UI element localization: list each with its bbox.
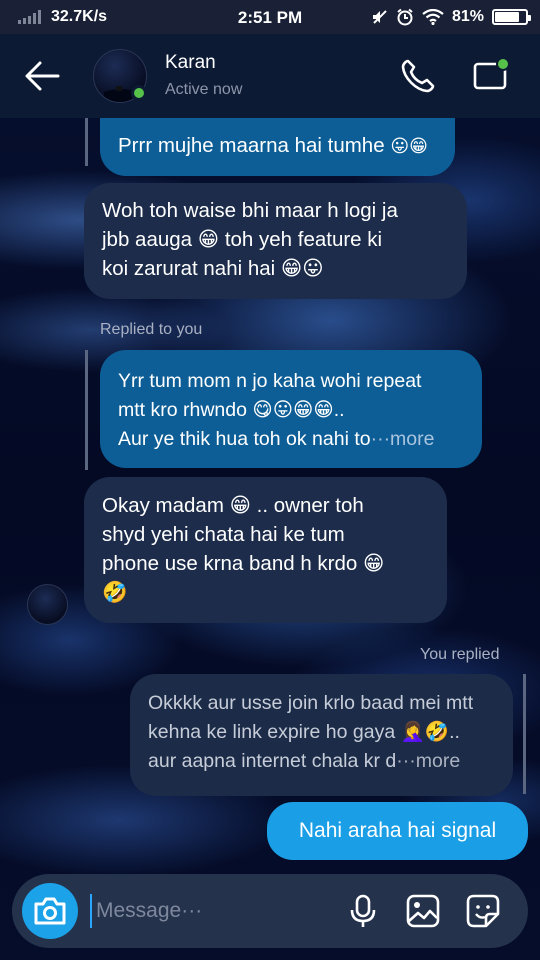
quote-bar: [85, 350, 88, 470]
message-text: Prrr mujhe maarna hai tumhe: [118, 134, 385, 157]
received-message[interactable]: Woh toh waise bhi maar h logi ja jbb aau…: [84, 183, 467, 299]
sent-message[interactable]: Nahi araha hai signal: [267, 802, 528, 860]
quote-bar: [523, 674, 526, 794]
status-bar: 32.7K/s 2:51 PM 81%: [0, 0, 540, 34]
contact-avatar[interactable]: [93, 49, 147, 103]
sender-avatar[interactable]: [27, 584, 68, 625]
message-input[interactable]: [90, 894, 320, 928]
message-text: Nahi araha hai signal: [298, 819, 497, 842]
message-line: kehna ke link expire ho gaya 🤦‍♀️🤣..: [148, 721, 460, 743]
camera-icon: [34, 897, 66, 925]
phone-icon[interactable]: [398, 56, 438, 96]
video-call-icon[interactable]: [472, 56, 512, 96]
received-message[interactable]: Okay madam 😁 .. owner toh shyd yehi chat…: [84, 477, 447, 623]
alarm-icon: [397, 8, 413, 26]
message-line: jbb aauga 😁 toh yeh feature ki: [102, 228, 383, 251]
message-line: Yrr tum mom n jo kaha wohi repeat: [118, 370, 422, 392]
contact-name[interactable]: Karan: [165, 52, 216, 74]
message-line: aur aapna internet chala kr d: [148, 750, 397, 772]
online-indicator: [131, 85, 147, 101]
contact-status: Active now: [165, 81, 243, 98]
battery-fill: [495, 12, 520, 22]
battery-percent: 81%: [451, 8, 484, 25]
reply-label: Replied to you: [100, 321, 203, 338]
message-line: Okay madam 😁 .. owner toh: [102, 494, 364, 517]
message-composer: [12, 874, 528, 948]
gallery-icon[interactable]: [404, 892, 442, 930]
quoted-message[interactable]: Okkkk aur usse join krlo baad mei mtt ke…: [130, 674, 513, 796]
message-emoji: 😛😁: [390, 136, 428, 157]
message-line: Aur ye thik hua toh ok nahi to: [118, 428, 371, 450]
message-line: shyd yehi chata hai ke tum: [102, 523, 345, 546]
quote-bar: [85, 118, 88, 166]
message-line: 🤣: [102, 581, 128, 604]
mute-icon: [372, 10, 387, 24]
battery-icon: [492, 9, 531, 25]
quoted-message[interactable]: Prrr mujhe maarna hai tumhe 😛😁: [100, 118, 455, 176]
message-line: mtt kro rhwndo 😋😛😁😁..: [118, 399, 345, 421]
camera-button[interactable]: [22, 883, 78, 939]
message-line: Okkkk aur usse join krlo baad mei mtt: [148, 692, 474, 714]
microphone-icon[interactable]: [344, 892, 382, 930]
message-line: Woh toh waise bhi maar h logi ja: [102, 199, 398, 222]
see-more-link[interactable]: ···more: [396, 750, 460, 772]
reply-label: You replied: [420, 646, 500, 663]
message-line: phone use krna band h krdo 😁: [102, 552, 385, 575]
see-more-link[interactable]: ···more: [371, 428, 435, 450]
message-line: koi zarurat nahi hai 😁😛: [102, 257, 324, 280]
sticker-icon[interactable]: [464, 892, 502, 930]
quoted-message[interactable]: Yrr tum mom n jo kaha wohi repeat mtt kr…: [100, 350, 482, 468]
back-arrow-icon[interactable]: [22, 56, 62, 96]
wifi-icon: [422, 9, 444, 25]
chat-header: Karan Active now: [0, 34, 540, 118]
